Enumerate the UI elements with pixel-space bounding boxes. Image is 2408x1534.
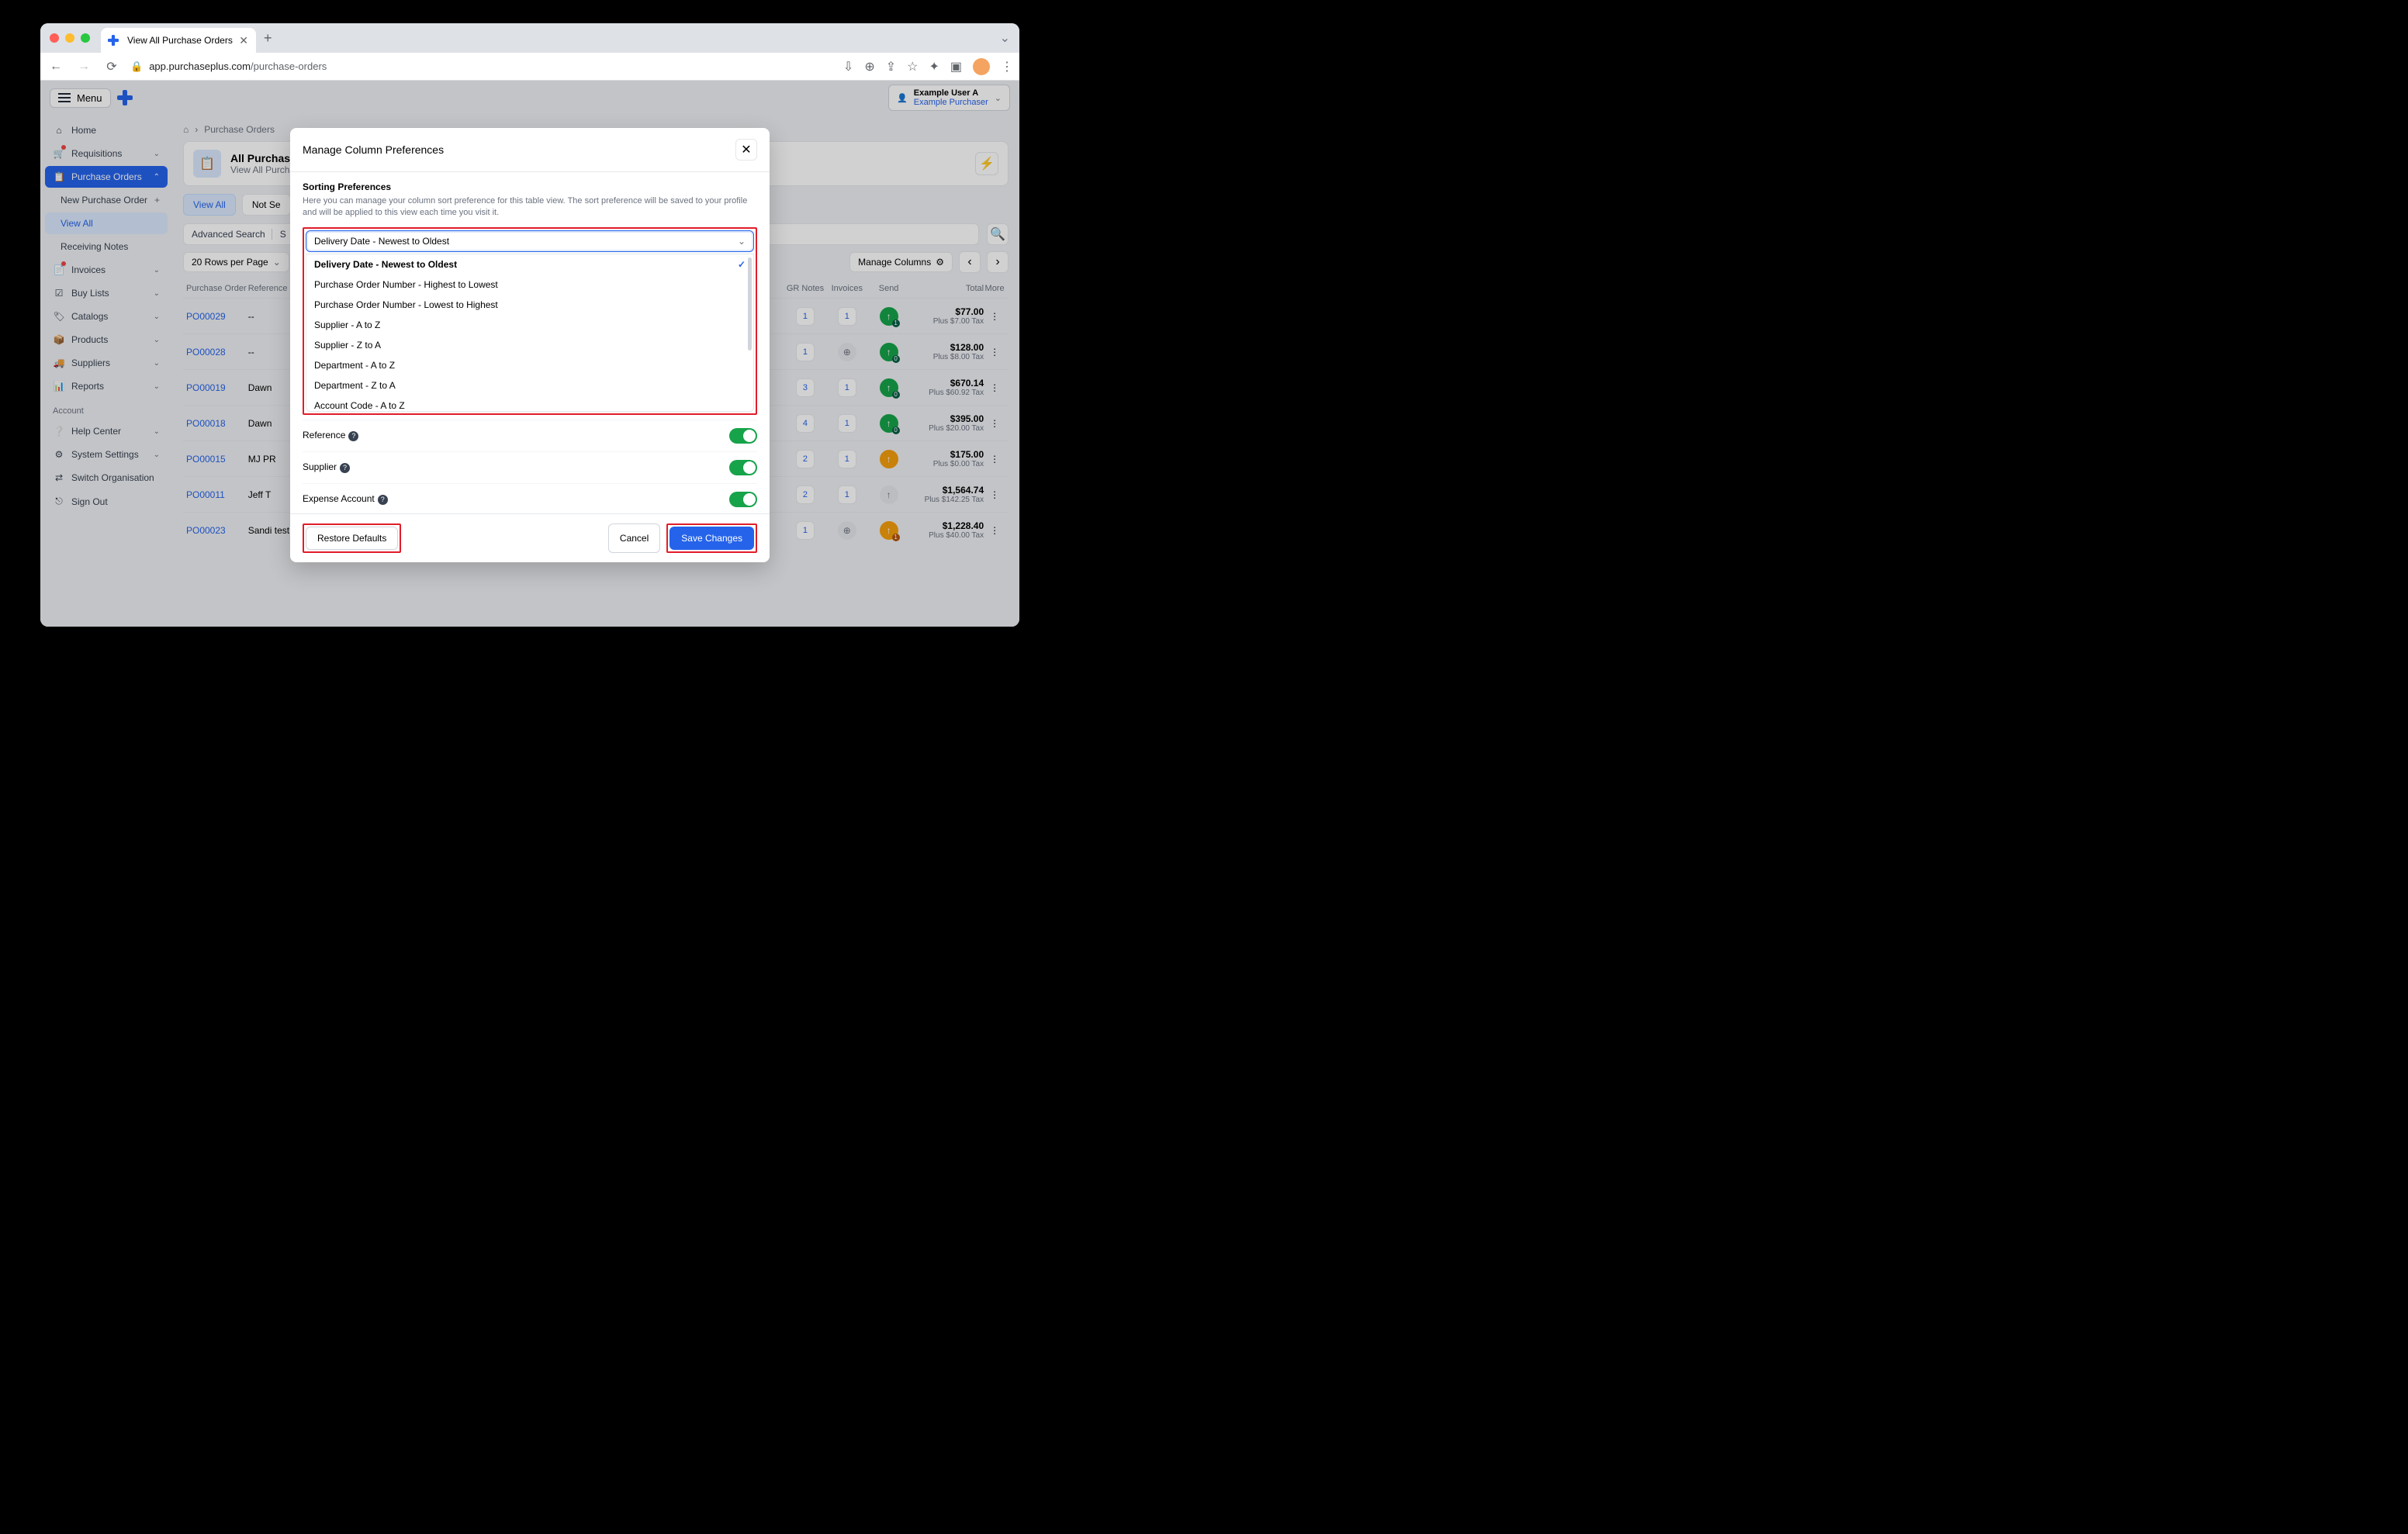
help-icon[interactable]: ? bbox=[378, 495, 388, 505]
highlight-restore: Restore Defaults bbox=[303, 523, 401, 553]
profile-avatar[interactable] bbox=[973, 58, 990, 75]
dropdown-scrollbar[interactable] bbox=[748, 257, 752, 351]
modal-footer: Restore Defaults Cancel Save Changes bbox=[290, 513, 770, 562]
reload-button[interactable]: ⟳ bbox=[102, 57, 121, 76]
sort-dropdown: Delivery Date - Newest to Oldest✓Purchas… bbox=[306, 254, 754, 412]
share-icon[interactable]: ⇪ bbox=[886, 59, 896, 74]
url-host: app.purchaseplus.com bbox=[149, 60, 251, 72]
download-icon[interactable]: ⇩ bbox=[843, 59, 853, 74]
highlight-select-area: Delivery Date - Newest to Oldest ⌄ Deliv… bbox=[303, 227, 757, 415]
sort-option[interactable]: Purchase Order Number - Highest to Lowes… bbox=[306, 275, 753, 295]
sort-option[interactable]: Purchase Order Number - Lowest to Highes… bbox=[306, 295, 753, 315]
minimize-window[interactable] bbox=[65, 33, 74, 43]
app-root: Menu 👤 Example User A Example Purchaser … bbox=[40, 81, 1019, 627]
tab-chevron-icon[interactable]: ⌄ bbox=[1000, 30, 1010, 46]
toggle-supplier-switch[interactable] bbox=[729, 460, 757, 475]
help-icon[interactable]: ? bbox=[340, 463, 350, 473]
window-controls bbox=[50, 33, 90, 43]
highlight-save: Save Changes bbox=[666, 523, 757, 553]
save-changes-button[interactable]: Save Changes bbox=[669, 527, 754, 550]
url-path: /purchase-orders bbox=[251, 60, 327, 72]
bookmark-icon[interactable]: ☆ bbox=[907, 59, 918, 74]
sort-option[interactable]: Department - A to Z bbox=[306, 355, 753, 375]
sort-select-value: Delivery Date - Newest to Oldest bbox=[314, 236, 449, 247]
toggle-reference-switch[interactable] bbox=[729, 428, 757, 444]
sort-heading: Sorting Preferences bbox=[303, 181, 757, 192]
toggle-supplier: Supplier? bbox=[303, 451, 757, 483]
sort-option[interactable]: Supplier - A to Z bbox=[306, 315, 753, 335]
tab-title: View All Purchase Orders bbox=[127, 35, 233, 46]
extensions-icon[interactable]: ✦ bbox=[929, 59, 939, 74]
forward-button[interactable]: → bbox=[74, 57, 93, 76]
modal-header: Manage Column Preferences ✕ bbox=[290, 128, 770, 172]
modal-close-button[interactable]: ✕ bbox=[735, 139, 757, 161]
cancel-button[interactable]: Cancel bbox=[608, 523, 660, 553]
help-icon[interactable]: ? bbox=[348, 431, 358, 441]
sort-option[interactable]: Supplier - Z to A bbox=[306, 335, 753, 355]
zoom-icon[interactable]: ⊕ bbox=[864, 59, 874, 74]
back-button[interactable]: ← bbox=[47, 57, 65, 76]
sort-option[interactable]: Account Code - A to Z bbox=[306, 396, 753, 412]
favicon-icon bbox=[108, 35, 119, 46]
close-icon: ✕ bbox=[741, 142, 751, 157]
modal-title: Manage Column Preferences bbox=[303, 143, 444, 156]
browser-toolbar-icons: ⇩ ⊕ ⇪ ☆ ✦ ▣ ⋮ bbox=[843, 58, 1013, 75]
sidepanel-icon[interactable]: ▣ bbox=[950, 59, 962, 74]
kebab-menu-icon[interactable]: ⋮ bbox=[1001, 59, 1013, 74]
lock-icon: 🔒 bbox=[130, 60, 143, 73]
titlebar: View All Purchase Orders ✕ + ⌄ bbox=[40, 23, 1019, 53]
sort-option[interactable]: Department - Z to A bbox=[306, 375, 753, 396]
toggle-reference: Reference? bbox=[303, 420, 757, 451]
sort-option[interactable]: Delivery Date - Newest to Oldest✓ bbox=[306, 254, 753, 275]
close-tab-icon[interactable]: ✕ bbox=[239, 34, 248, 47]
check-icon: ✓ bbox=[738, 259, 746, 270]
sort-description: Here you can manage your column sort pre… bbox=[303, 195, 757, 219]
toggle-expense: Expense Account? bbox=[303, 483, 757, 513]
new-tab-button[interactable]: + bbox=[264, 30, 272, 47]
toggle-expense-switch[interactable] bbox=[729, 492, 757, 507]
browser-tab[interactable]: View All Purchase Orders ✕ bbox=[101, 28, 256, 53]
browser-window: View All Purchase Orders ✕ + ⌄ ← → ⟳ 🔒 a… bbox=[40, 23, 1019, 627]
chevron-down-icon: ⌄ bbox=[738, 236, 746, 247]
maximize-window[interactable] bbox=[81, 33, 90, 43]
manage-columns-modal: Manage Column Preferences ✕ Sorting Pref… bbox=[290, 128, 770, 562]
close-window[interactable] bbox=[50, 33, 59, 43]
modal-body: Sorting Preferences Here you can manage … bbox=[290, 172, 770, 513]
url-bar: ← → ⟳ 🔒 app.purchaseplus.com/purchase-or… bbox=[40, 53, 1019, 81]
address-bar[interactable]: 🔒 app.purchaseplus.com/purchase-orders bbox=[130, 60, 834, 73]
restore-defaults-button[interactable]: Restore Defaults bbox=[306, 527, 398, 550]
sort-select[interactable]: Delivery Date - Newest to Oldest ⌄ bbox=[306, 230, 754, 252]
